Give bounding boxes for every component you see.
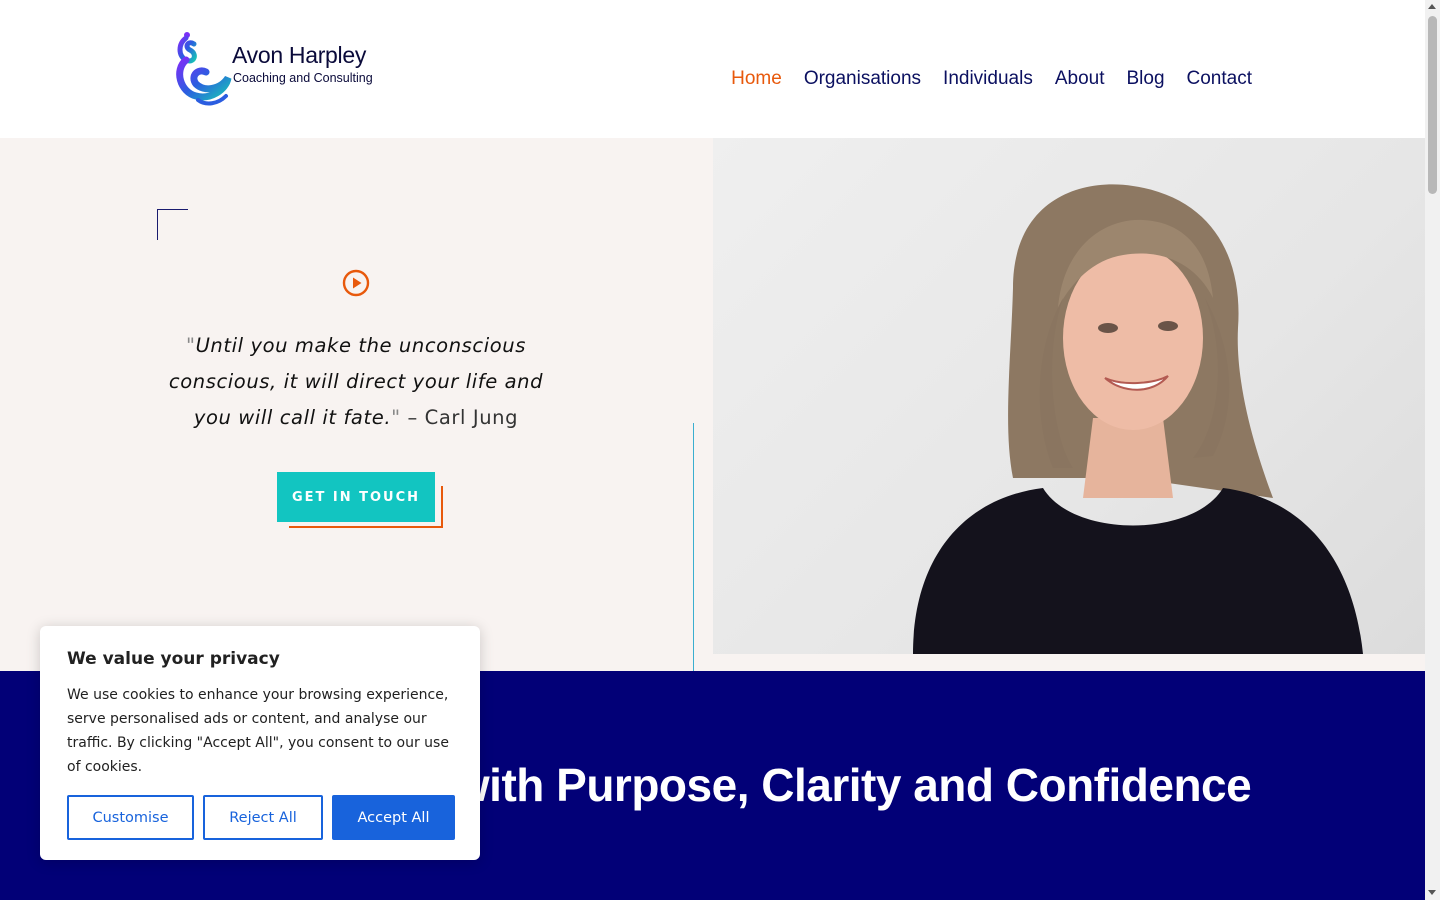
decorative-frame-line xyxy=(693,423,1050,691)
nav-item-individuals[interactable]: Individuals xyxy=(943,68,1033,90)
play-circle-icon[interactable] xyxy=(342,269,370,297)
main-nav: Home Organisations Individuals About Blo… xyxy=(731,68,1252,90)
page-scrollbar[interactable] xyxy=(1425,0,1440,900)
cookie-consent-banner: We value your privacy We use cookies to … xyxy=(40,626,480,860)
brand-name: Avon Harpley xyxy=(232,42,367,68)
reject-all-button[interactable]: Reject All xyxy=(203,795,323,840)
cookie-description: We use cookies to enhance your browsing … xyxy=(67,687,449,775)
customise-button[interactable]: Customise xyxy=(67,795,194,840)
nav-item-about[interactable]: About xyxy=(1055,68,1105,90)
accept-all-button[interactable]: Accept All xyxy=(332,795,455,840)
site-header: Avon Harpley Coaching and Consulting Hom… xyxy=(0,0,1425,138)
scroll-up-arrow-icon[interactable] xyxy=(1428,4,1436,9)
hero-section: "Until you make the unconscious consciou… xyxy=(0,138,1425,691)
peacock-logo-icon xyxy=(176,32,232,106)
brand-tagline: Coaching and Consulting xyxy=(233,71,373,85)
decorative-corner-bracket xyxy=(157,209,188,240)
nav-item-blog[interactable]: Blog xyxy=(1126,68,1164,90)
site-logo[interactable]: Avon Harpley Coaching and Consulting xyxy=(176,30,386,110)
cookie-actions: Customise Reject All Accept All xyxy=(67,795,455,840)
cookie-title: We value your privacy xyxy=(67,649,280,669)
nav-item-organisations[interactable]: Organisations xyxy=(804,68,921,90)
quote-open-mark: " xyxy=(185,334,196,357)
nav-item-home[interactable]: Home xyxy=(731,68,782,90)
scroll-down-arrow-icon[interactable] xyxy=(1428,890,1436,895)
nav-item-contact[interactable]: Contact xyxy=(1187,68,1252,90)
get-in-touch-button[interactable]: GET IN TOUCH xyxy=(277,472,435,522)
quote-close-mark: " xyxy=(391,406,401,429)
hero-quote: "Until you make the unconscious consciou… xyxy=(160,328,552,436)
quote-author: – Carl Jung xyxy=(400,406,519,429)
scrollbar-thumb[interactable] xyxy=(1428,16,1437,194)
